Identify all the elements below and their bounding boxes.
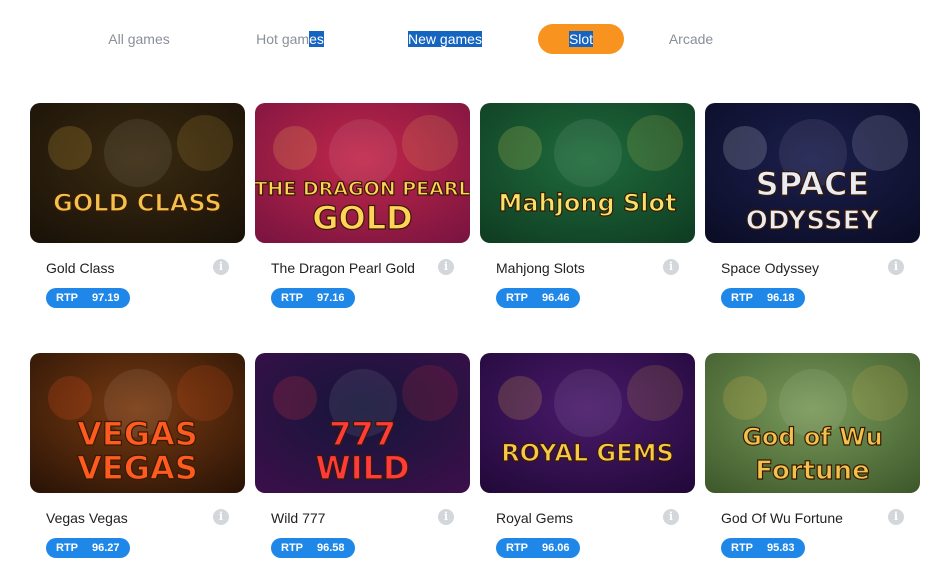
game-art-subtitle: WILD xyxy=(315,449,409,487)
game-thumbnail[interactable]: 777 WILD xyxy=(255,353,470,493)
game-title: Royal Gems xyxy=(496,510,574,526)
game-card[interactable]: THE DRAGON PEARL GOLD The Dragon Pearl Gol… xyxy=(255,103,470,308)
game-art-title: SPACE xyxy=(756,165,870,203)
game-thumbnail[interactable]: GOLD CLASS xyxy=(30,103,245,243)
game-title: The Dragon Pearl Gold xyxy=(271,260,415,276)
game-art-title: 777 xyxy=(329,415,396,453)
rtp-label: RTP xyxy=(281,542,303,554)
game-card[interactable]: 777 WILD Wild 777 i RTP 96.58 xyxy=(255,353,470,558)
game-title: Vegas Vegas xyxy=(46,510,128,526)
rtp-value: 97.16 xyxy=(317,292,345,304)
rtp-badge: RTP 96.06 xyxy=(496,538,580,558)
info-icon[interactable]: i xyxy=(213,259,229,275)
game-art-title: God of Wu xyxy=(742,423,883,451)
game-card[interactable]: ROYAL GEMS Royal Gems i RTP 96.06 xyxy=(480,353,695,558)
game-art-title: GOLD CLASS xyxy=(53,189,222,217)
game-card[interactable]: VEGAS VEGAS Vegas Vegas i RTP 96.27 xyxy=(30,353,245,558)
game-thumbnail[interactable]: SPACE ODYSSEY xyxy=(705,103,920,243)
info-icon[interactable]: i xyxy=(888,259,904,275)
game-art-subtitle: ODYSSEY xyxy=(746,206,881,236)
rtp-label: RTP xyxy=(506,542,528,554)
info-icon[interactable]: i xyxy=(888,509,904,525)
info-icon[interactable]: i xyxy=(663,259,679,275)
rtp-badge: RTP 97.19 xyxy=(46,288,130,308)
game-thumbnail[interactable]: THE DRAGON PEARL GOLD xyxy=(255,103,470,243)
rtp-badge: RTP 96.18 xyxy=(721,288,805,308)
rtp-badge: RTP 96.58 xyxy=(271,538,355,558)
game-art-subtitle: VEGAS xyxy=(77,449,198,487)
game-art-title: Mahjong Slot xyxy=(499,189,677,217)
game-grid: GOLD CLASS Gold Class i RTP 97.19 THE DRAGON … xyxy=(0,0,930,581)
rtp-value: 96.06 xyxy=(542,542,570,554)
game-title: Mahjong Slots xyxy=(496,260,585,276)
game-card[interactable]: GOLD CLASS Gold Class i RTP 97.19 xyxy=(30,103,245,308)
info-icon[interactable]: i xyxy=(438,509,454,525)
rtp-label: RTP xyxy=(56,292,78,304)
game-art-title: THE DRAGON PEARL xyxy=(255,178,470,200)
rtp-value: 95.83 xyxy=(767,542,795,554)
game-title: Wild 777 xyxy=(271,510,326,526)
rtp-badge: RTP 96.27 xyxy=(46,538,130,558)
game-art-subtitle: Fortune xyxy=(755,456,869,486)
game-thumbnail[interactable]: Mahjong Slot xyxy=(480,103,695,243)
game-card[interactable]: God of Wu Fortune God Of Wu Fortune i RTP 95.… xyxy=(705,353,920,558)
info-icon[interactable]: i xyxy=(213,509,229,525)
info-icon[interactable]: i xyxy=(438,259,454,275)
rtp-badge: RTP 95.83 xyxy=(721,538,805,558)
rtp-badge: RTP 97.16 xyxy=(271,288,355,308)
rtp-value: 97.19 xyxy=(92,292,120,304)
game-card[interactable]: SPACE ODYSSEY Space Odyssey i RTP 96.18 xyxy=(705,103,920,308)
rtp-value: 96.27 xyxy=(92,542,120,554)
game-title: God Of Wu Fortune xyxy=(721,510,843,526)
rtp-badge: RTP 96.46 xyxy=(496,288,580,308)
game-art-subtitle: GOLD xyxy=(312,199,412,237)
game-title: Space Odyssey xyxy=(721,260,820,276)
game-thumbnail[interactable]: VEGAS VEGAS xyxy=(30,353,245,493)
rtp-label: RTP xyxy=(731,542,753,554)
rtp-label: RTP xyxy=(56,542,78,554)
game-thumbnail[interactable]: ROYAL GEMS xyxy=(480,353,695,493)
rtp-value: 96.18 xyxy=(767,292,795,304)
info-icon[interactable]: i xyxy=(663,509,679,525)
rtp-label: RTP xyxy=(731,292,753,304)
rtp-value: 96.46 xyxy=(542,292,570,304)
game-art-title: ROYAL GEMS xyxy=(501,439,674,467)
game-art-title: VEGAS xyxy=(77,415,198,453)
game-title: Gold Class xyxy=(46,260,115,276)
rtp-label: RTP xyxy=(281,292,303,304)
game-thumbnail[interactable]: God of Wu Fortune xyxy=(705,353,920,493)
game-card[interactable]: Mahjong Slot Mahjong Slots i RTP 96.46 xyxy=(480,103,695,308)
rtp-label: RTP xyxy=(506,292,528,304)
rtp-value: 96.58 xyxy=(317,542,345,554)
